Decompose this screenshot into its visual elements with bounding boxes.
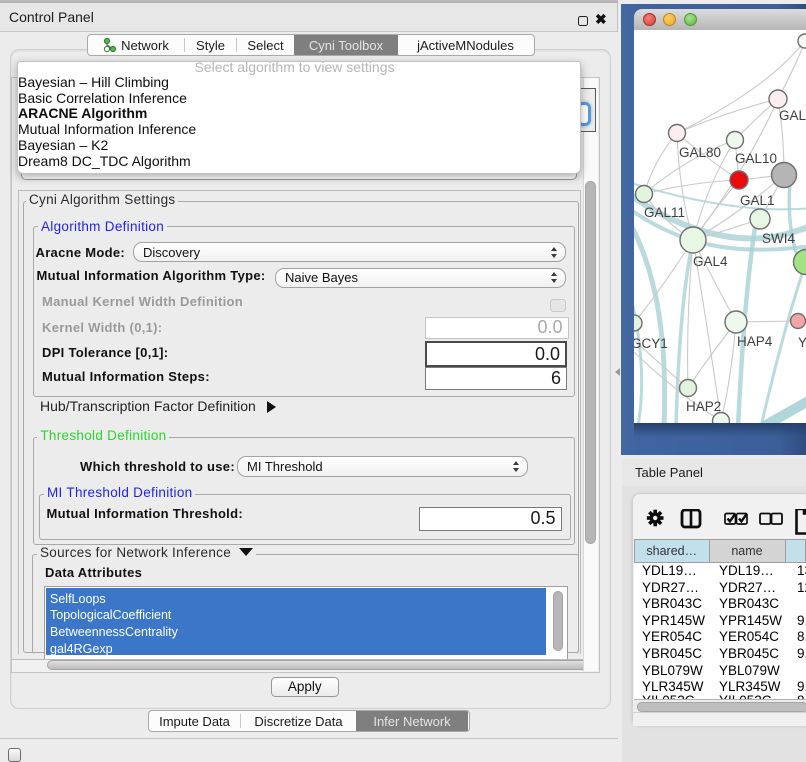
svg-text:HAP4: HAP4 [737, 334, 773, 349]
svg-text:Y: Y [798, 335, 806, 350]
svg-text:SWI4: SWI4 [762, 231, 795, 246]
svg-text:GAL10: GAL10 [735, 151, 777, 166]
svg-text:HAP2: HAP2 [686, 399, 721, 414]
svg-text:GAL4: GAL4 [693, 254, 728, 269]
svg-text:GAL1: GAL1 [740, 193, 775, 208]
svg-text:GCY1: GCY1 [634, 336, 668, 351]
svg-text:GAL: GAL [779, 108, 806, 123]
svg-text:GAL11: GAL11 [644, 205, 685, 220]
svg-text:GAL80: GAL80 [679, 145, 721, 160]
